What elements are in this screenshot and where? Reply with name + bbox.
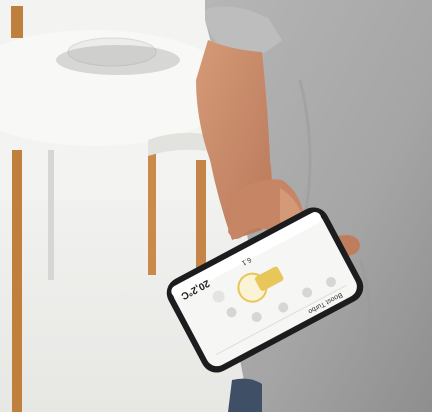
table-leg — [148, 150, 156, 275]
table-leg — [48, 150, 54, 280]
placemat — [56, 45, 180, 75]
jeans — [228, 378, 262, 412]
table-leg — [12, 150, 22, 412]
photo-illustration: 20,2°C 6.1 Boost Turbo — [0, 0, 432, 412]
photo-scene: 20,2°C 6.1 Boost Turbo — [0, 0, 432, 412]
table-leg — [196, 160, 206, 280]
table-leg — [11, 6, 23, 38]
